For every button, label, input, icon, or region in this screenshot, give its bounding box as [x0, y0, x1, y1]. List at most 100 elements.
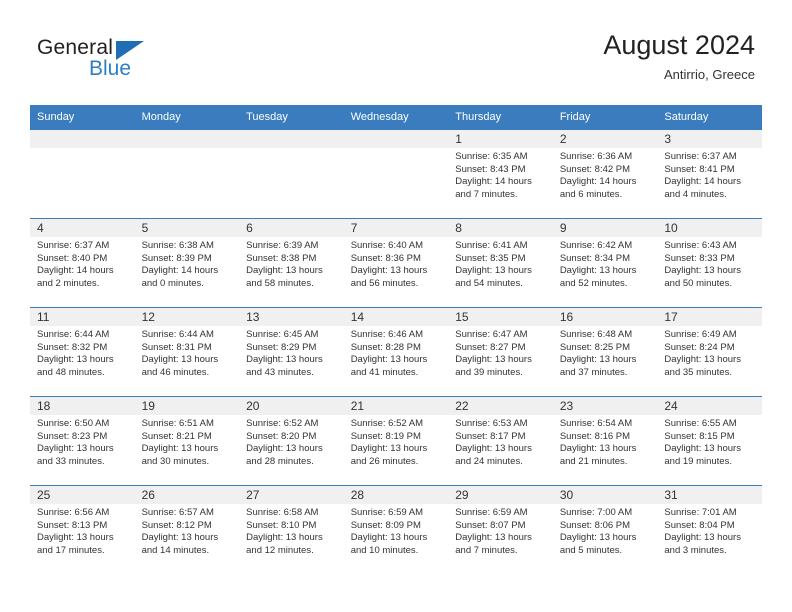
- day-cell-inner: 24 Sunrise: 6:55 AM Sunset: 8:15 PM Dayligh…: [657, 397, 762, 485]
- day-cell-inner: 27 Sunrise: 6:58 AM Sunset: 8:10 PM Dayligh…: [239, 486, 344, 575]
- sunset-text: Sunset: 8:24 PM: [664, 341, 735, 353]
- day-number: 2: [552, 130, 658, 148]
- day-sun-info: Sunrise: 6:50 AM Sunset: 8:23 PM Daylight:…: [30, 415, 135, 468]
- calendar-cell-empty: [343, 129, 449, 219]
- calendar-day-cell[interactable]: 24 Sunrise: 6:55 AM Sunset: 8:15 PM Dayligh…: [657, 396, 762, 486]
- calendar-day-cell[interactable]: 26 Sunrise: 6:57 AM Sunset: 8:12 PM Dayligh…: [134, 485, 240, 575]
- sunset-text: Sunset: 8:23 PM: [37, 430, 108, 442]
- daylight-text: Daylight: 13 hours and 10 minutes.: [350, 532, 428, 556]
- sunset-text: Sunset: 8:38 PM: [246, 252, 317, 264]
- day-sun-info: Sunrise: 6:37 AM Sunset: 8:40 PM Daylight:…: [30, 237, 135, 290]
- day-cell-inner: [239, 130, 344, 218]
- sunset-text: Sunset: 8:36 PM: [350, 252, 421, 264]
- sunrise-text: Sunrise: 6:41 AM: [455, 240, 528, 251]
- day-cell-inner: 13 Sunrise: 6:45 AM Sunset: 8:29 PM Dayligh…: [239, 308, 344, 396]
- calendar-day-cell[interactable]: 18 Sunrise: 6:50 AM Sunset: 8:23 PM Dayligh…: [30, 396, 135, 486]
- sunrise-text: Sunrise: 6:39 AM: [246, 240, 319, 251]
- calendar-day-cell[interactable]: 22 Sunrise: 6:53 AM Sunset: 8:17 PM Dayligh…: [448, 396, 553, 486]
- calendar-day-cell[interactable]: 28 Sunrise: 6:59 AM Sunset: 8:09 PM Dayligh…: [343, 485, 449, 575]
- calendar-day-cell[interactable]: 3 Sunrise: 6:37 AM Sunset: 8:41 PM Daylight…: [657, 129, 762, 219]
- sunset-text: Sunset: 8:20 PM: [246, 430, 317, 442]
- calendar-day-cell[interactable]: 6 Sunrise: 6:39 AM Sunset: 8:38 PM Daylight…: [239, 218, 344, 308]
- calendar-day-cell[interactable]: 4 Sunrise: 6:37 AM Sunset: 8:40 PM Daylight…: [30, 218, 135, 308]
- calendar-day-cell[interactable]: 5 Sunrise: 6:38 AM Sunset: 8:39 PM Daylight…: [134, 218, 240, 308]
- sunrise-text: Sunrise: 6:44 AM: [141, 329, 214, 340]
- daylight-text: Daylight: 14 hours and 4 minutes.: [664, 176, 741, 200]
- sunset-text: Sunset: 8:32 PM: [37, 341, 108, 353]
- calendar-day-cell[interactable]: 11 Sunrise: 6:44 AM Sunset: 8:32 PM Dayligh…: [30, 307, 135, 397]
- day-cell-inner: 8 Sunrise: 6:41 AM Sunset: 8:35 PM Daylight…: [448, 219, 553, 307]
- daylight-text: Daylight: 13 hours and 3 minutes.: [664, 532, 741, 556]
- calendar-day-cell[interactable]: 19 Sunrise: 6:51 AM Sunset: 8:21 PM Dayligh…: [134, 396, 240, 486]
- day-sun-info: Sunrise: 6:54 AM Sunset: 8:16 PM Daylight:…: [553, 415, 658, 468]
- day-cell-inner: 29 Sunrise: 6:59 AM Sunset: 8:07 PM Dayligh…: [448, 486, 553, 575]
- day-sun-info: Sunrise: 6:36 AM Sunset: 8:42 PM Daylight:…: [553, 148, 658, 201]
- day-number: 27: [239, 486, 344, 504]
- day-number: 24: [657, 397, 762, 415]
- day-cell-inner: 16 Sunrise: 6:48 AM Sunset: 8:25 PM Dayligh…: [552, 308, 658, 396]
- sunset-text: Sunset: 8:09 PM: [350, 519, 421, 531]
- sunrise-text: Sunrise: 6:44 AM: [37, 329, 110, 340]
- day-cell-inner: 26 Sunrise: 6:57 AM Sunset: 8:12 PM Dayligh…: [134, 486, 240, 575]
- calendar-day-cell[interactable]: 12 Sunrise: 6:44 AM Sunset: 8:31 PM Dayligh…: [134, 307, 240, 397]
- calendar-day-cell[interactable]: 2 Sunrise: 6:36 AM Sunset: 8:42 PM Daylight…: [552, 129, 658, 219]
- day-number: 17: [657, 308, 762, 326]
- day-number: 1: [448, 130, 553, 148]
- calendar-day-cell[interactable]: 10 Sunrise: 6:43 AM Sunset: 8:33 PM Dayligh…: [657, 218, 762, 308]
- calendar-day-cell[interactable]: 27 Sunrise: 6:58 AM Sunset: 8:10 PM Dayligh…: [239, 485, 344, 575]
- calendar-day-cell[interactable]: 14 Sunrise: 6:46 AM Sunset: 8:28 PM Dayligh…: [343, 307, 449, 397]
- sunrise-text: Sunrise: 6:38 AM: [141, 240, 214, 251]
- day-cell-inner: 9 Sunrise: 6:42 AM Sunset: 8:34 PM Daylight…: [552, 219, 658, 307]
- sunset-text: Sunset: 8:16 PM: [559, 430, 631, 442]
- calendar-day-cell[interactable]: 31 Sunrise: 7:01 AM Sunset: 8:04 PM Dayligh…: [657, 485, 762, 575]
- calendar-day-cell[interactable]: 29 Sunrise: 6:59 AM Sunset: 8:07 PM Dayligh…: [448, 485, 553, 575]
- calendar-day-cell[interactable]: 20 Sunrise: 6:52 AM Sunset: 8:20 PM Dayligh…: [239, 396, 344, 486]
- calendar-day-cell[interactable]: 15 Sunrise: 6:47 AM Sunset: 8:27 PM Dayligh…: [448, 307, 553, 397]
- day-cell-inner: 25 Sunrise: 6:56 AM Sunset: 8:13 PM Dayligh…: [30, 486, 135, 575]
- calendar-day-cell[interactable]: 25 Sunrise: 6:56 AM Sunset: 8:13 PM Dayligh…: [30, 485, 135, 575]
- sunset-text: Sunset: 8:21 PM: [141, 430, 212, 442]
- daylight-text: Daylight: 13 hours and 58 minutes.: [246, 265, 323, 289]
- day-number: 4: [30, 219, 135, 237]
- day-cell-inner: 3 Sunrise: 6:37 AM Sunset: 8:41 PM Daylight…: [657, 130, 762, 218]
- calendar-day-cell[interactable]: 30 Sunrise: 7:00 AM Sunset: 8:06 PM Dayligh…: [552, 485, 658, 575]
- daylight-text: Daylight: 14 hours and 0 minutes.: [141, 265, 219, 289]
- sunset-text: Sunset: 8:31 PM: [141, 341, 212, 353]
- day-number: 26: [134, 486, 240, 504]
- day-cell-inner: 1 Sunrise: 6:35 AM Sunset: 8:43 PM Daylight…: [448, 130, 553, 218]
- daylight-text: Daylight: 13 hours and 21 minutes.: [559, 443, 637, 467]
- daylight-text: Daylight: 13 hours and 41 minutes.: [350, 354, 428, 378]
- weekday-header-sunday: Sunday: [30, 105, 135, 130]
- calendar-day-cell[interactable]: 23 Sunrise: 6:54 AM Sunset: 8:16 PM Dayligh…: [552, 396, 658, 486]
- daylight-text: Daylight: 13 hours and 5 minutes.: [559, 532, 637, 556]
- sunset-text: Sunset: 8:35 PM: [455, 252, 526, 264]
- page-header: General Blue August 2024 Antirrio, Greec…: [0, 0, 792, 103]
- day-sun-info: Sunrise: 6:44 AM Sunset: 8:31 PM Daylight:…: [135, 326, 240, 379]
- calendar-cell-empty: [134, 129, 240, 219]
- calendar-day-cell[interactable]: 9 Sunrise: 6:42 AM Sunset: 8:34 PM Daylight…: [552, 218, 658, 308]
- sunset-text: Sunset: 8:06 PM: [559, 519, 631, 531]
- calendar-day-cell[interactable]: 13 Sunrise: 6:45 AM Sunset: 8:29 PM Dayligh…: [239, 307, 344, 397]
- day-cell-inner: 28 Sunrise: 6:59 AM Sunset: 8:09 PM Dayligh…: [343, 486, 449, 575]
- calendar-week-row: 25 Sunrise: 6:56 AM Sunset: 8:13 PM Dayligh…: [30, 485, 762, 575]
- daylight-text: Daylight: 13 hours and 33 minutes.: [37, 443, 114, 467]
- calendar-day-cell[interactable]: 17 Sunrise: 6:49 AM Sunset: 8:24 PM Dayligh…: [657, 307, 762, 397]
- day-number: 19: [134, 397, 240, 415]
- calendar-day-cell[interactable]: 16 Sunrise: 6:48 AM Sunset: 8:25 PM Dayligh…: [552, 307, 658, 397]
- day-sun-info: Sunrise: 6:42 AM Sunset: 8:34 PM Daylight:…: [553, 237, 658, 290]
- day-sun-info: Sunrise: 6:52 AM Sunset: 8:19 PM Daylight:…: [344, 415, 449, 468]
- calendar-day-cell[interactable]: 8 Sunrise: 6:41 AM Sunset: 8:35 PM Daylight…: [448, 218, 553, 308]
- calendar-day-cell[interactable]: 21 Sunrise: 6:52 AM Sunset: 8:19 PM Dayligh…: [343, 396, 449, 486]
- daylight-text: Daylight: 13 hours and 54 minutes.: [455, 265, 532, 289]
- day-number: 5: [134, 219, 240, 237]
- day-sun-info: Sunrise: 6:39 AM Sunset: 8:38 PM Daylight:…: [239, 237, 344, 290]
- calendar-week-row: 11 Sunrise: 6:44 AM Sunset: 8:32 PM Dayligh…: [30, 307, 762, 397]
- calendar-day-cell[interactable]: 7 Sunrise: 6:40 AM Sunset: 8:36 PM Daylight…: [343, 218, 449, 308]
- calendar-day-cell[interactable]: 1 Sunrise: 6:35 AM Sunset: 8:43 PM Daylight…: [448, 129, 553, 219]
- sunrise-text: Sunrise: 7:01 AM: [664, 507, 737, 518]
- day-number: 21: [343, 397, 449, 415]
- weekday-header-wednesday: Wednesday: [343, 105, 449, 130]
- day-cell-inner: 31 Sunrise: 7:01 AM Sunset: 8:04 PM Dayligh…: [657, 486, 762, 575]
- sunset-text: Sunset: 8:42 PM: [559, 163, 631, 175]
- sunset-text: Sunset: 8:43 PM: [455, 163, 526, 175]
